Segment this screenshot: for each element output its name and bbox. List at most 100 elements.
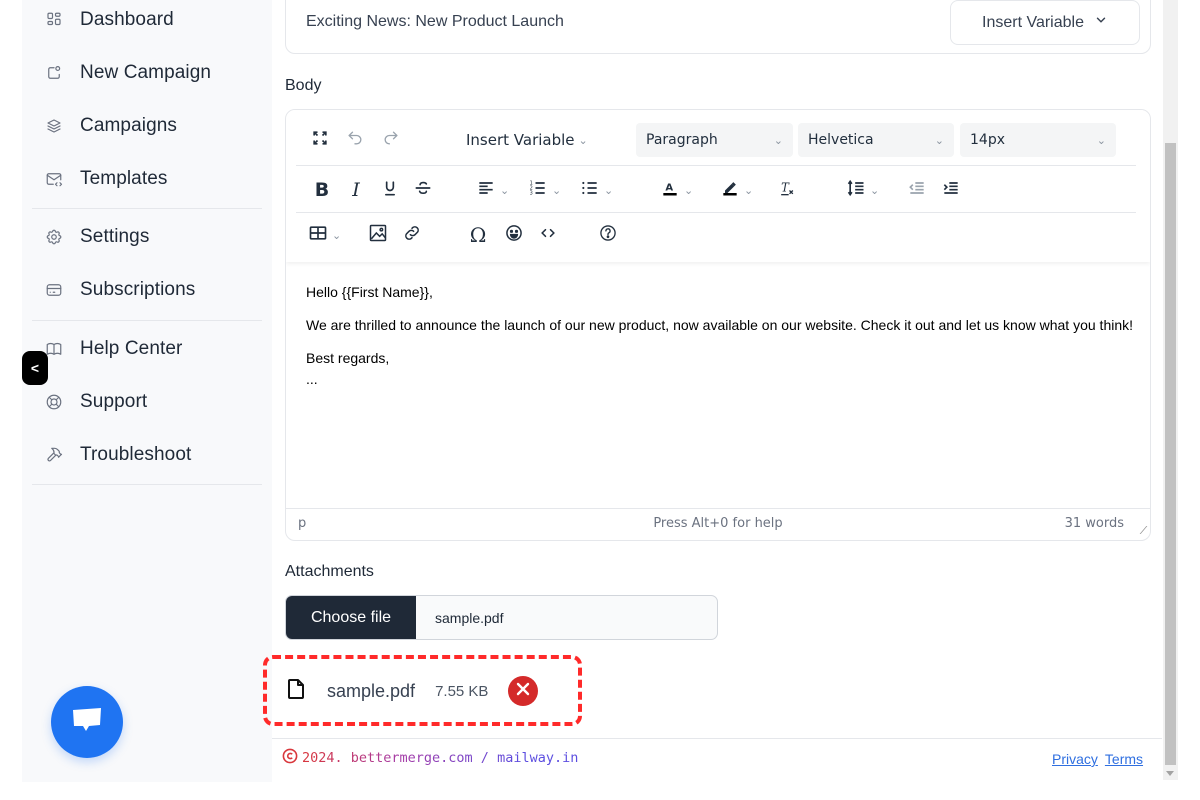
bullet-list-icon [580, 178, 600, 202]
sidebar-item-campaigns[interactable]: Campaigns [22, 106, 272, 146]
sidebar-item-label: Dashboard [80, 9, 174, 30]
chevron-down-icon: ⌄ [604, 183, 614, 197]
emoji-button[interactable] [502, 219, 526, 251]
underline-button[interactable] [380, 174, 400, 206]
chevron-down-icon: ⌄ [870, 183, 880, 197]
toolbar-row-1: Insert Variable ⌄ Paragraph ⌄ Helvetica ⌄ 1… [296, 118, 1136, 162]
chevron-down-icon: ⌄ [1096, 133, 1106, 147]
sidebar-collapse-button[interactable]: < [22, 351, 48, 385]
underline-icon [380, 178, 400, 202]
help-hint: Press Alt+0 for help [653, 516, 783, 531]
scrollbar-thumb[interactable] [1165, 143, 1176, 765]
attachment-name: sample.pdf [327, 680, 416, 701]
font-size-select[interactable]: 14px ⌄ [960, 123, 1116, 157]
scroll-down-arrow-icon[interactable] [1166, 771, 1174, 776]
bullet-list-dropdown[interactable]: ⌄ [580, 174, 613, 206]
dashboard-grid-icon [44, 10, 64, 30]
content-ellipsis: ... [306, 371, 318, 387]
chat-support-button[interactable] [51, 686, 123, 758]
clear-formatting-button[interactable]: T [776, 174, 798, 206]
table-dropdown[interactable]: ⌄ [308, 219, 341, 251]
sidebar-item-subscriptions[interactable]: Subscriptions [22, 270, 272, 310]
lifebuoy-icon [44, 392, 64, 412]
font-size-value: 14px [970, 132, 1005, 148]
attachment-item: sample.pdf 7.55 KB [287, 676, 539, 706]
help-button[interactable] [596, 219, 620, 251]
italic-icon: I [352, 179, 360, 201]
outdent-icon [907, 178, 927, 202]
body-label: Body [285, 77, 322, 94]
highlight-color-dropdown[interactable]: ⌄ [720, 174, 753, 206]
source-code-button[interactable] [536, 219, 560, 251]
terms-link[interactable]: Terms [1105, 751, 1143, 767]
sidebar-item-label: Settings [80, 226, 150, 247]
file-icon [287, 678, 305, 705]
code-icon [538, 223, 558, 247]
image-icon [368, 223, 388, 247]
line-height-dropdown[interactable]: ⌄ [846, 174, 879, 206]
block-format-select[interactable]: Paragraph ⌄ [636, 123, 793, 157]
clear-formatting-icon: T [777, 178, 797, 202]
sidebar-divider [32, 208, 262, 209]
sidebar-item-support[interactable]: Support [22, 382, 272, 422]
file-input[interactable]: Choose file sample.pdf [285, 595, 718, 640]
svg-text:T: T [781, 180, 790, 194]
align-dropdown[interactable]: ⌄ [476, 174, 509, 206]
toolbar-insert-variable-dropdown[interactable]: Insert Variable ⌄ [466, 124, 588, 156]
choose-file-button[interactable]: Choose file [286, 596, 416, 639]
undo-button[interactable] [342, 124, 368, 156]
chevron-down-icon: ⌄ [332, 228, 342, 242]
chevron-down-icon: ⌄ [684, 183, 694, 197]
align-left-icon [476, 178, 496, 202]
privacy-link[interactable]: Privacy [1052, 751, 1098, 767]
text-color-dropdown[interactable]: A ⌄ [660, 174, 693, 206]
sidebar-item-dashboard[interactable]: Dashboard [22, 0, 272, 40]
subject-insert-variable-button[interactable]: Insert Variable [950, 0, 1140, 45]
outdent-button[interactable] [906, 174, 928, 206]
sidebar-item-label: Troubleshoot [80, 444, 192, 465]
numbered-list-dropdown[interactable]: 1 2 3 ⌄ [528, 174, 562, 206]
sidebar-item-templates[interactable]: Templates [22, 159, 272, 199]
chevron-down-icon: ⌄ [744, 183, 754, 197]
strikethrough-button[interactable] [412, 174, 434, 206]
page-scrollbar[interactable] [1163, 0, 1178, 780]
word-count[interactable]: 31 words [1065, 516, 1124, 531]
sidebar-divider [32, 484, 262, 485]
svg-text:3: 3 [530, 191, 533, 197]
text-color-icon: A [660, 178, 680, 202]
insert-link-button[interactable] [400, 219, 424, 251]
sidebar-item-settings[interactable]: Settings [22, 217, 272, 257]
fullscreen-icon [310, 128, 330, 152]
sidebar-item-help-center[interactable]: Help Center [22, 329, 272, 369]
sidebar-item-label: Support [80, 391, 148, 412]
editor-content[interactable]: Hello {{First Name}}, We are thrilled to… [306, 282, 1136, 402]
chat-bubble-icon [70, 705, 104, 740]
copyright-text: 2024. bettermerge.com / mailway.in [302, 750, 579, 766]
chevron-down-icon [1094, 13, 1108, 32]
redo-button[interactable] [378, 124, 404, 156]
editor-toolbar: Insert Variable ⌄ Paragraph ⌄ Helvetica ⌄ 1… [286, 110, 1150, 262]
italic-button[interactable]: I [346, 174, 366, 206]
strikethrough-icon [413, 178, 433, 202]
special-character-button[interactable]: Ω [466, 219, 490, 251]
subject-input[interactable]: Exciting News: New Product Launch [306, 13, 564, 31]
insert-image-button[interactable] [366, 219, 390, 251]
bold-button[interactable]: B [312, 174, 332, 206]
chevron-down-icon: ⌄ [934, 133, 944, 147]
sidebar-item-troubleshoot[interactable]: Troubleshoot [22, 435, 272, 475]
close-icon [516, 682, 530, 701]
mail-code-icon [44, 169, 64, 189]
remove-attachment-button[interactable] [508, 676, 539, 706]
indent-button[interactable] [940, 174, 962, 206]
fullscreen-button[interactable] [308, 124, 332, 156]
rich-text-editor: Insert Variable ⌄ Paragraph ⌄ Helvetica ⌄ 1… [285, 109, 1151, 541]
sidebar-item-label: Templates [80, 168, 168, 189]
attachments-label: Attachments [285, 563, 374, 580]
chevron-down-icon: ⌄ [552, 183, 562, 197]
font-family-select[interactable]: Helvetica ⌄ [798, 123, 954, 157]
toolbar-row-2: B I ⌄ 1 2 3 ⌄ ⌄ A ⌄ ⌄ T ⌄ [296, 165, 1136, 212]
sidebar-item-label: Help Center [80, 338, 183, 359]
layers-icon [44, 116, 64, 136]
sidebar-item-new-campaign[interactable]: New Campaign [22, 53, 272, 93]
sidebar-item-label: Campaigns [80, 115, 178, 136]
